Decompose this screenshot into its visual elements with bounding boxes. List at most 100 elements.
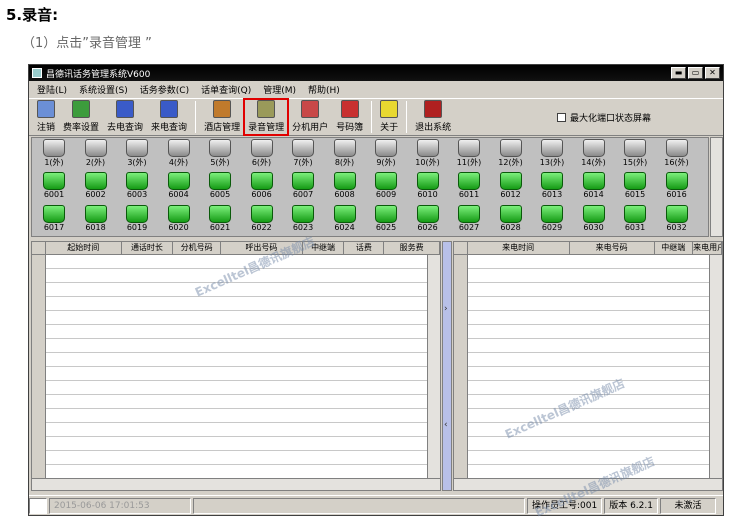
column-header[interactable]: 中继端	[303, 242, 345, 254]
extension-port[interactable]: 6018	[76, 205, 116, 237]
incoming-horizontal-scrollbar[interactable]	[454, 478, 722, 490]
column-header[interactable]: 来电用户	[693, 242, 723, 254]
menu-bill-query[interactable]: 话单查询(Q)	[195, 83, 257, 96]
trunk-port[interactable]: 9(外)	[366, 139, 406, 171]
port-label: 6027	[458, 223, 480, 232]
toolbar-button-1[interactable]: 注销	[33, 99, 59, 135]
port-label: 6(外)	[251, 158, 272, 167]
trunk-port[interactable]: 14(外)	[574, 139, 614, 171]
extension-port[interactable]: 6008	[325, 172, 365, 204]
trunk-port[interactable]: 12(外)	[491, 139, 531, 171]
extension-port[interactable]: 6013	[532, 172, 572, 204]
minimize-button[interactable]: ▬	[671, 67, 686, 79]
incoming-vertical-scrollbar[interactable]	[709, 255, 722, 479]
telephone-icon	[209, 139, 231, 157]
column-header[interactable]: 呼出号码	[221, 242, 303, 254]
extension-port[interactable]: 6030	[574, 205, 614, 237]
column-header[interactable]: 分机号码	[173, 242, 222, 254]
telephone-icon	[209, 205, 231, 223]
column-header[interactable]: 起始时间	[46, 242, 122, 254]
extension-port[interactable]: 6017	[34, 205, 74, 237]
toolbar-button-3[interactable]: 去电查询	[103, 99, 147, 135]
trunk-port[interactable]: 1(外)	[34, 139, 74, 171]
trunk-port[interactable]: 10(外)	[408, 139, 448, 171]
extension-port[interactable]: 6026	[408, 205, 448, 237]
trunk-port[interactable]: 13(外)	[532, 139, 572, 171]
menu-help[interactable]: 帮助(H)	[302, 83, 346, 96]
extension-port[interactable]: 6031	[615, 205, 655, 237]
extension-port[interactable]: 6004	[159, 172, 199, 204]
extension-port[interactable]: 6019	[117, 205, 157, 237]
port-label: 6024	[334, 223, 355, 232]
telephone-icon	[167, 139, 190, 157]
toolbar-button-2[interactable]: 费率设置	[59, 99, 103, 135]
extension-port[interactable]: 6009	[366, 172, 406, 204]
toolbar-button-5[interactable]: 酒店管理	[200, 99, 244, 135]
toolbar-button-8[interactable]: 号码簿	[332, 99, 367, 135]
telephone-icon	[458, 172, 480, 190]
trunk-port[interactable]: 6(外)	[242, 139, 282, 171]
column-header[interactable]: 来电时间	[468, 242, 570, 254]
trunk-port[interactable]: 4(外)	[159, 139, 199, 171]
extension-port[interactable]: 6002	[76, 172, 116, 204]
extension-port[interactable]: 6020	[159, 205, 199, 237]
maximize-button[interactable]: ▭	[688, 67, 703, 79]
extension-port[interactable]: 6015	[615, 172, 655, 204]
panel-splitter[interactable]: › ‹	[442, 241, 452, 491]
rate-icon	[72, 100, 91, 118]
extension-port[interactable]: 6014	[574, 172, 614, 204]
trunk-port[interactable]: 8(外)	[325, 139, 365, 171]
extension-port[interactable]: 6029	[532, 205, 572, 237]
checkbox-box[interactable]	[557, 113, 566, 122]
port-label: 6010	[417, 190, 438, 199]
extension-port[interactable]: 6024	[325, 205, 365, 237]
telephone-icon	[624, 205, 646, 223]
extension-port[interactable]: 6011	[449, 172, 489, 204]
extension-port[interactable]: 6028	[491, 205, 531, 237]
extension-port[interactable]: 6005	[200, 172, 240, 204]
column-header[interactable]: 服务费	[384, 242, 440, 254]
extension-port[interactable]: 6016	[657, 172, 697, 204]
port-label: 6012	[500, 190, 521, 199]
menu-manage[interactable]: 管理(M)	[257, 83, 302, 96]
maximize-port-screen-checkbox[interactable]: 最大化端口状态屏幕	[557, 111, 651, 124]
outgoing-vertical-scrollbar[interactable]	[427, 255, 440, 479]
trunk-port[interactable]: 11(外)	[449, 139, 489, 171]
menu-call-params[interactable]: 话务参数(C)	[134, 83, 195, 96]
expand-left-arrow-icon[interactable]: ‹	[444, 420, 448, 430]
expand-right-arrow-icon[interactable]: ›	[444, 304, 448, 314]
toolbar-button-9[interactable]: 关于	[376, 99, 402, 135]
trunk-port[interactable]: 16(外)	[657, 139, 697, 171]
menu-system-settings[interactable]: 系统设置(S)	[73, 83, 134, 96]
extension-port[interactable]: 6003	[117, 172, 157, 204]
toolbar-button-6[interactable]: 录音管理	[243, 98, 290, 136]
column-header[interactable]: 来电号码	[570, 242, 655, 254]
extension-port[interactable]: 6007	[283, 172, 323, 204]
extension-port[interactable]: 6021	[200, 205, 240, 237]
trunk-port[interactable]: 15(外)	[615, 139, 655, 171]
column-header[interactable]: 中继端	[655, 242, 694, 254]
trunk-port[interactable]: 3(外)	[117, 139, 157, 171]
toolbar-button-7[interactable]: 分机用户	[288, 99, 332, 135]
column-header[interactable]: 话费	[344, 242, 385, 254]
extension-port[interactable]: 6032	[657, 205, 697, 237]
toolbar-button-10[interactable]: 退出系统	[411, 99, 455, 135]
column-header[interactable]: 通话时长	[122, 242, 174, 254]
port-panel-scrollbar[interactable]	[710, 137, 723, 237]
extension-port[interactable]: 6006	[242, 172, 282, 204]
extension-port[interactable]: 6025	[366, 205, 406, 237]
extension-port[interactable]: 6012	[491, 172, 531, 204]
extension-port[interactable]: 6027	[449, 205, 489, 237]
toolbar-button-4[interactable]: 来电查询	[147, 99, 191, 135]
extension-port[interactable]: 6010	[408, 172, 448, 204]
close-button[interactable]: ✕	[705, 67, 720, 79]
extension-port[interactable]: 6001	[34, 172, 74, 204]
menu-login[interactable]: 登陆(L)	[31, 83, 73, 96]
trunk-port[interactable]: 7(外)	[283, 139, 323, 171]
extension-port[interactable]: 6022	[242, 205, 282, 237]
extension-port[interactable]: 6023	[283, 205, 323, 237]
outgoing-horizontal-scrollbar[interactable]	[32, 478, 440, 490]
telephone-icon	[416, 172, 439, 190]
trunk-port[interactable]: 5(外)	[200, 139, 240, 171]
trunk-port[interactable]: 2(外)	[76, 139, 116, 171]
